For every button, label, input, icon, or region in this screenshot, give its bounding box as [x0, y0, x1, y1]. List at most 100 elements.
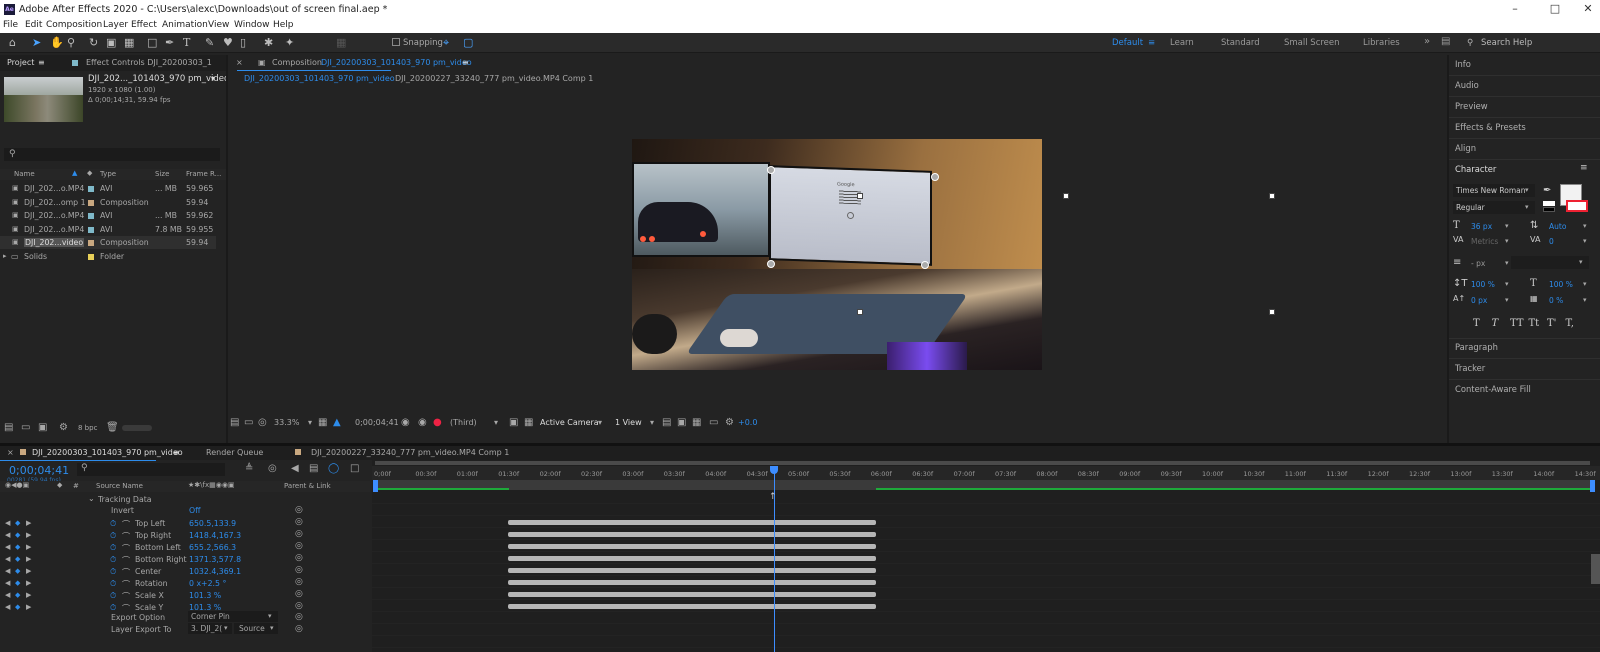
- keyframe-bar[interactable]: [508, 520, 876, 525]
- font-style-select[interactable]: Regular ▾: [1453, 201, 1535, 214]
- tracking-value[interactable]: 0: [1549, 237, 1554, 246]
- property-value[interactable]: 1032.4,369.1: [189, 567, 241, 576]
- label-color-swatch[interactable]: [88, 253, 94, 260]
- menu-composition[interactable]: Composition: [46, 20, 102, 30]
- tab-project[interactable]: Project: [7, 58, 34, 67]
- minimize-icon[interactable]: –: [1503, 2, 1527, 15]
- comp-menu-icon[interactable]: ≡: [462, 58, 469, 67]
- close-comp-icon[interactable]: ×: [236, 58, 243, 67]
- close-icon[interactable]: ✕: [1576, 2, 1600, 15]
- font-dropdown-icon[interactable]: ▾: [1525, 186, 1529, 194]
- viewer-timecode[interactable]: 0;00;04;41: [355, 418, 399, 427]
- mask-path-icon[interactable]: ▲: [333, 417, 341, 428]
- shy-layers-icon[interactable]: ◀: [291, 463, 299, 474]
- item-dropdown-icon[interactable]: ▾: [211, 74, 215, 83]
- property-value[interactable]: 1418.4,167.3: [189, 531, 241, 540]
- prev-keyframe-icon[interactable]: ◀: [5, 603, 10, 611]
- rectangle-tool-icon[interactable]: □: [147, 36, 157, 50]
- property-value[interactable]: 650.5,133.9: [189, 519, 236, 528]
- project-item-row[interactable]: ▸ ▭ Solids Folder: [0, 250, 216, 263]
- new-folder-icon[interactable]: ▭: [21, 422, 30, 433]
- clone-stamp-tool-icon[interactable]: ♥: [223, 36, 233, 50]
- grid-icon[interactable]: ▦: [318, 417, 327, 428]
- text-style-button[interactable]: T,: [1566, 318, 1574, 329]
- invert-value[interactable]: Off: [189, 506, 201, 515]
- leading-dropdown-icon[interactable]: ▾: [1583, 222, 1587, 230]
- menu-help[interactable]: Help: [273, 20, 294, 30]
- property-value[interactable]: 1371.3,577.8: [189, 555, 241, 564]
- text-style-button[interactable]: T': [1547, 318, 1556, 329]
- property-value[interactable]: 655.2,566.3: [189, 543, 236, 552]
- workspace-panel-icon[interactable]: ▤: [1441, 36, 1450, 47]
- label-color-swatch[interactable]: [88, 213, 94, 219]
- zoom-dropdown-icon[interactable]: ▾: [308, 418, 312, 427]
- camera-tool-icon[interactable]: ▣: [106, 36, 116, 50]
- more-workspaces-icon[interactable]: »: [1424, 36, 1430, 47]
- camera-select[interactable]: Active Camera: [540, 418, 599, 427]
- keyframe-bar[interactable]: [508, 556, 876, 561]
- keyframe-bar[interactable]: [508, 568, 876, 573]
- pickwhip-icon[interactable]: ◎: [295, 553, 303, 563]
- property-value[interactable]: 101.3 %: [189, 591, 221, 600]
- export-option-pickwhip-icon[interactable]: ◎: [295, 612, 303, 622]
- rotate-tool-icon[interactable]: ↻: [89, 36, 98, 50]
- panel-info[interactable]: Info: [1455, 59, 1471, 69]
- menu-view[interactable]: View: [208, 20, 229, 30]
- keyframe-diamond-icon[interactable]: ◆: [15, 567, 20, 575]
- transform-handle[interactable]: [857, 309, 863, 315]
- label-color-swatch[interactable]: [88, 199, 94, 206]
- puppet-pin-tool-icon[interactable]: ✦: [285, 36, 294, 50]
- text-style-button[interactable]: Tt: [1529, 318, 1540, 329]
- composition-viewer-frame[interactable]: Google: [632, 139, 1042, 370]
- keyframe-bar[interactable]: [508, 544, 876, 549]
- timeline-tab-current[interactable]: DJI_20200303_101403_970 pm_video: [32, 448, 183, 457]
- kerning-dropdown-icon[interactable]: ▾: [1505, 237, 1509, 245]
- project-search-input[interactable]: ⚲: [4, 148, 220, 161]
- panel-audio[interactable]: Audio: [1455, 80, 1479, 90]
- keyframe-diamond-icon[interactable]: ◆: [15, 579, 20, 587]
- thumbnail-size-slider[interactable]: [122, 425, 152, 431]
- region-of-interest-icon[interactable]: ▣: [509, 417, 518, 428]
- col-size[interactable]: Size: [155, 170, 169, 178]
- switches-header-icon[interactable]: ★✱\fx▦◉◉▣: [188, 481, 235, 489]
- keyframe-diamond-icon[interactable]: ◆: [15, 555, 20, 563]
- col-frame-rate[interactable]: Frame R...: [186, 170, 221, 178]
- horizontal-scale-value[interactable]: 100 %: [1549, 280, 1573, 289]
- col-name[interactable]: Name: [14, 170, 35, 178]
- zoom-tool-icon[interactable]: ⚲: [67, 36, 75, 50]
- timeline-scrollbar[interactable]: [1591, 554, 1600, 584]
- prev-keyframe-icon[interactable]: ◀: [5, 567, 10, 575]
- tsume-value[interactable]: 0 %: [1549, 296, 1563, 305]
- always-preview-icon[interactable]: ▤: [230, 417, 239, 428]
- next-keyframe-icon[interactable]: ▶: [26, 591, 31, 599]
- work-area-start-handle[interactable]: [373, 480, 378, 492]
- align-icon[interactable]: ▦: [336, 36, 346, 50]
- vertical-scale-dropdown-icon[interactable]: ▾: [1505, 280, 1509, 288]
- label-color-swatch[interactable]: [88, 226, 94, 233]
- eraser-tool-icon[interactable]: ▯: [240, 36, 246, 50]
- timeline-menu-icon[interactable]: ≡: [173, 448, 180, 457]
- transform-handle[interactable]: [1063, 193, 1069, 199]
- panel-paragraph[interactable]: Paragraph: [1455, 342, 1498, 352]
- prev-keyframe-icon[interactable]: ◀: [5, 519, 10, 527]
- graph-editor-icon[interactable]: □: [350, 463, 359, 474]
- eyedropper-icon[interactable]: ✒: [1543, 185, 1551, 196]
- pan-behind-tool-icon[interactable]: ▦: [124, 36, 134, 50]
- toggle-pixel-aspect-icon[interactable]: ▤: [662, 417, 671, 428]
- workspace-menu-icon[interactable]: ≡: [1148, 38, 1155, 48]
- next-keyframe-icon[interactable]: ▶: [26, 579, 31, 587]
- font-size-dropdown-icon[interactable]: ▾: [1505, 222, 1509, 230]
- snap-options-icon[interactable]: ⌖: [443, 36, 449, 50]
- stopwatch-icon[interactable]: ⏱: [110, 519, 116, 529]
- pickwhip-icon[interactable]: ◎: [295, 577, 303, 587]
- pickwhip-icon[interactable]: ◎: [295, 565, 303, 575]
- next-keyframe-icon[interactable]: ▶: [26, 603, 31, 611]
- color-channels-icon[interactable]: ●: [433, 417, 442, 428]
- draft-3d-icon[interactable]: ◎: [268, 463, 277, 474]
- workspace-default[interactable]: Default: [1112, 38, 1143, 48]
- pen-tool-icon[interactable]: ✒: [165, 36, 174, 50]
- panel-align[interactable]: Align: [1455, 143, 1476, 153]
- bpc-label[interactable]: 8 bpc: [78, 424, 97, 432]
- panel-tracker[interactable]: Tracker: [1455, 363, 1485, 373]
- invert-pickwhip-icon[interactable]: ◎: [295, 505, 303, 515]
